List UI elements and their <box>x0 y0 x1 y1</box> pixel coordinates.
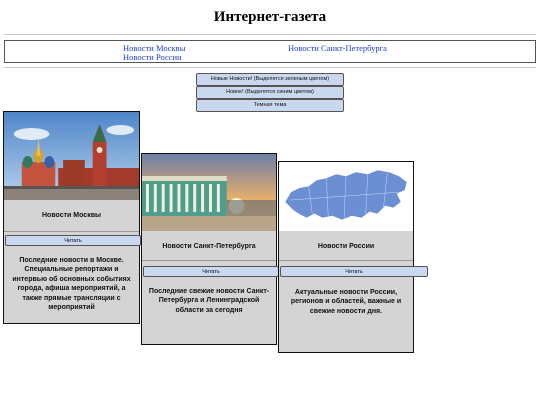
card-title: Новости Москвы <box>42 212 101 219</box>
card-description: Последние новости в Москве. Специальные … <box>12 257 131 312</box>
card-description: Последние свежие новости Санкт-Петербург… <box>148 288 270 314</box>
page-title: Интернет-газета <box>213 9 327 25</box>
news-card-russia: Новости России Читать Актуальные новости… <box>278 161 428 353</box>
moscow-image <box>4 112 139 200</box>
divider <box>4 67 536 68</box>
read-button[interactable]: Читать <box>280 266 428 277</box>
dark-theme-button[interactable]: Темная тема <box>196 99 344 112</box>
russia-map-image <box>279 162 413 231</box>
divider <box>279 260 413 261</box>
news-card-spb: Новости Санкт-Петербурга Читать Последни… <box>141 153 279 345</box>
read-button[interactable]: Читать <box>5 235 141 246</box>
nav-link-spb[interactable]: Новости Санкт-Петербурга <box>288 43 387 53</box>
spb-image <box>142 154 276 231</box>
news-card-moscow: Новости Москвы Читать Последние новости … <box>3 111 141 324</box>
card-title: Новости Санкт-Петербурга <box>162 243 256 250</box>
divider <box>4 34 536 35</box>
new-news-green-button[interactable]: Новые Новости! (Выделятся зеленым цветом… <box>196 73 344 86</box>
divider <box>142 260 276 261</box>
card-description: Актуальные новости России, регионов и об… <box>290 289 402 315</box>
divider <box>4 231 139 232</box>
card-title: Новости России <box>317 243 375 250</box>
new-news-blue-button[interactable]: Новое! (Выделятся синим цветом) <box>196 86 344 99</box>
read-button[interactable]: Читать <box>143 266 279 277</box>
nav-bar: Новости Москвы Новости Санкт-Петербурга … <box>4 40 536 63</box>
nav-link-russia[interactable]: Новости России <box>123 52 182 62</box>
